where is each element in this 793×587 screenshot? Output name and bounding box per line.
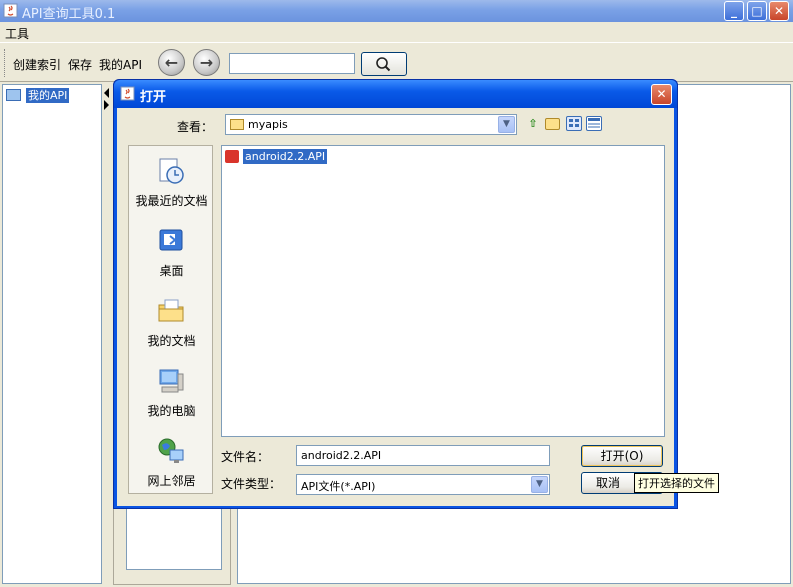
place-my-computer[interactable]: 我的电脑 [129, 356, 214, 426]
filetype-value: API文件(*.API) [301, 480, 376, 493]
place-label: 桌面 [159, 264, 184, 278]
search-button[interactable] [361, 52, 407, 76]
java-app-icon [3, 3, 18, 18]
window-title-bar[interactable]: API查询工具0.1 _ □ ✕ [0, 0, 793, 22]
toolbar: 创建索引 保存 我的API ← → [0, 42, 793, 82]
dialog-title-bar[interactable]: 打开 ✕ [114, 80, 677, 108]
menu-bar: 工具 [0, 22, 793, 42]
menu-item-tools[interactable]: 工具 [5, 25, 29, 42]
chevron-down-icon[interactable]: ▼ [531, 476, 548, 493]
place-desktop[interactable]: 桌面 [129, 216, 214, 286]
middle-list[interactable] [126, 506, 222, 570]
file-list[interactable]: android2.2.API [221, 145, 665, 437]
place-recent-documents[interactable]: 我最近的文档 [129, 146, 214, 216]
dialog-close-button[interactable]: ✕ [651, 84, 672, 105]
save-button[interactable]: 保存 [68, 56, 92, 73]
up-folder-icon[interactable]: ⇧ [525, 116, 541, 132]
middle-panel [113, 505, 231, 585]
my-computer-icon [159, 369, 184, 393]
folder-icon [230, 119, 244, 130]
tree-item-label: 我的API [26, 88, 70, 103]
dialog-title: 打开 [140, 90, 167, 105]
dialog-body: 查看： myapis ▼ ⇧ 我最近的文档 桌面 我的文档 我的电脑 网上邻居 … [117, 108, 674, 506]
split-right-arrow-icon[interactable] [104, 100, 109, 110]
arrow-right-icon[interactable]: → [193, 49, 220, 76]
open-file-dialog: 打开 ✕ 查看： myapis ▼ ⇧ 我最近的文档 桌面 我的文档 我的电脑 … [113, 79, 678, 509]
api-tree-panel[interactable]: 我的API [2, 84, 102, 584]
window-title: API查询工具0.1 [22, 7, 116, 22]
place-label: 网上邻居 [147, 474, 196, 488]
split-left-arrow-icon[interactable] [104, 88, 109, 98]
new-folder-icon[interactable] [545, 118, 560, 130]
filetype-select[interactable]: API文件(*.API) ▼ [296, 474, 550, 495]
place-label: 我的电脑 [147, 404, 196, 418]
filename-label: 文件名： [221, 450, 270, 464]
look-in-value: myapis [248, 118, 288, 131]
folder-icon [6, 89, 21, 101]
places-bar: 我最近的文档 桌面 我的文档 我的电脑 网上邻居 [128, 145, 213, 494]
minimize-button[interactable]: _ [724, 1, 744, 21]
place-label: 我的文档 [147, 334, 196, 348]
close-button[interactable]: ✕ [769, 1, 789, 21]
details-view-icon[interactable] [586, 116, 602, 131]
chevron-down-icon[interactable]: ▼ [498, 116, 515, 133]
network-places-icon [158, 438, 184, 463]
magnifier-icon [376, 57, 391, 72]
open-button[interactable]: 打开(O) [581, 445, 663, 467]
place-network[interactable]: 网上邻居 [129, 426, 214, 496]
place-my-documents[interactable]: 我的文档 [129, 286, 214, 356]
api-file-icon [225, 150, 239, 163]
recent-documents-icon [159, 158, 184, 184]
place-label: 我最近的文档 [135, 194, 208, 208]
desktop-icon [159, 229, 183, 251]
search-input[interactable] [229, 53, 355, 74]
cancel-label: 取消 [595, 476, 620, 490]
list-view-icon[interactable] [566, 116, 582, 131]
maximize-button[interactable]: □ [747, 1, 767, 21]
filetype-label: 文件类型： [221, 477, 282, 491]
my-api-button[interactable]: 我的API [99, 56, 142, 73]
tooltip: 打开选择的文件 [634, 473, 719, 493]
look-in-combo[interactable]: myapis ▼ [225, 114, 517, 135]
my-documents-icon [158, 299, 184, 322]
create-index-button[interactable]: 创建索引 [13, 56, 61, 73]
toolbar-grip[interactable] [4, 49, 7, 77]
file-name: android2.2.API [243, 149, 328, 164]
java-app-icon [120, 86, 135, 101]
look-in-label: 查看： [177, 120, 214, 134]
arrow-left-icon[interactable]: ← [158, 49, 185, 76]
filename-input[interactable]: android2.2.API [296, 445, 550, 466]
